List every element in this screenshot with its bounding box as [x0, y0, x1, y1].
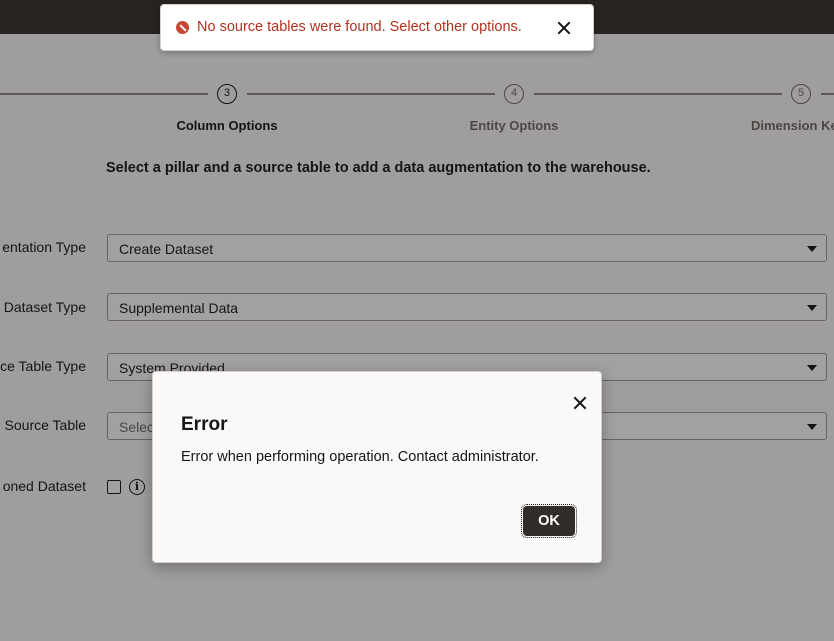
dialog-message: Error when performing operation. Contact… — [181, 449, 539, 465]
error-dialog: Error Error when performing operation. C… — [152, 371, 602, 563]
error-icon — [176, 21, 189, 34]
dialog-title: Error — [181, 414, 228, 435]
close-icon[interactable] — [573, 396, 587, 410]
toast-message: No source tables were found. Select othe… — [197, 19, 522, 35]
close-icon[interactable] — [557, 21, 571, 35]
error-toast: No source tables were found. Select othe… — [160, 4, 594, 51]
ok-button[interactable]: OK — [521, 504, 577, 538]
